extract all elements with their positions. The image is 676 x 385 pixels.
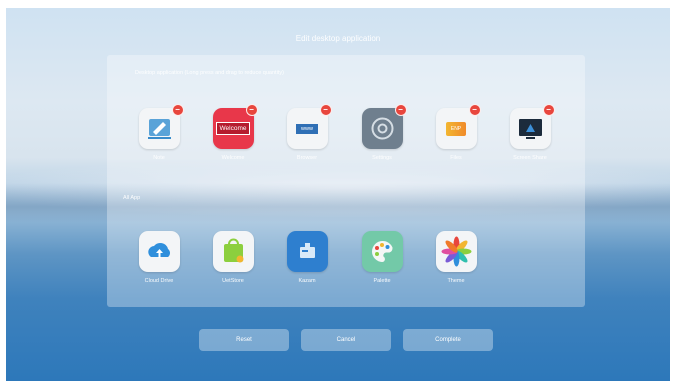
- desktop-app-browser[interactable]: www − Browser: [277, 104, 337, 161]
- files-icon: ENP: [445, 121, 467, 136]
- desktop-background: Edit desktop application Desktop applica…: [6, 8, 670, 381]
- palette-icon: [371, 240, 393, 262]
- app-label: Settings: [372, 155, 392, 161]
- cancel-button[interactable]: Cancel: [301, 329, 391, 351]
- app-label: Kazam: [298, 278, 316, 284]
- app-label: Screen Share: [513, 155, 547, 161]
- all-app-kazam[interactable]: Kazam: [277, 231, 337, 284]
- desktop-apps-hint: Desktop application (Long press and drag…: [135, 70, 284, 76]
- all-app-palette[interactable]: Palette: [352, 231, 412, 284]
- kazam-icon: [299, 243, 315, 258]
- theme-icon: [441, 236, 471, 267]
- all-app-cloud-drive[interactable]: Cloud Drive: [129, 231, 189, 284]
- desktop-app-welcome[interactable]: Welcome − Welcome: [203, 104, 263, 161]
- app-label: Files: [450, 155, 462, 161]
- browser-icon: www: [296, 123, 318, 134]
- edit-panel: Desktop application (Long press and drag…: [107, 55, 585, 307]
- app-label: Welcome: [221, 155, 245, 161]
- desktop-app-settings[interactable]: − Settings: [352, 104, 412, 161]
- app-label: UetStore: [222, 278, 244, 284]
- app-label: Browser: [296, 155, 318, 161]
- app-label: Palette: [373, 278, 391, 284]
- desktop-app-note[interactable]: − Note: [129, 104, 189, 161]
- page-title: Edit desktop application: [295, 34, 381, 43]
- reset-button[interactable]: Reset: [199, 329, 289, 351]
- app-label: Note: [153, 155, 165, 161]
- cloud-drive-icon: [147, 242, 170, 258]
- remove-welcome-button[interactable]: −: [245, 104, 258, 116]
- complete-button[interactable]: Complete: [403, 329, 493, 351]
- all-app-store[interactable]: UetStore: [203, 231, 263, 284]
- app-label: Theme: [447, 278, 465, 284]
- remove-browser-button[interactable]: −: [319, 104, 332, 116]
- store-icon: [223, 238, 243, 263]
- desktop-app-files[interactable]: ENP − Files: [426, 104, 486, 161]
- all-app-section-title: All App: [123, 195, 141, 201]
- welcome-icon: Welcome: [215, 122, 251, 135]
- app-label: Cloud Drive: [144, 278, 174, 284]
- remove-note-button[interactable]: −: [171, 104, 184, 116]
- all-app-theme[interactable]: Theme: [426, 231, 486, 284]
- remove-settings-button[interactable]: −: [394, 104, 407, 116]
- remove-files-button[interactable]: −: [468, 104, 481, 116]
- remove-screen-share-button[interactable]: −: [542, 104, 555, 116]
- desktop-app-screen-share[interactable]: − Screen Share: [500, 104, 560, 161]
